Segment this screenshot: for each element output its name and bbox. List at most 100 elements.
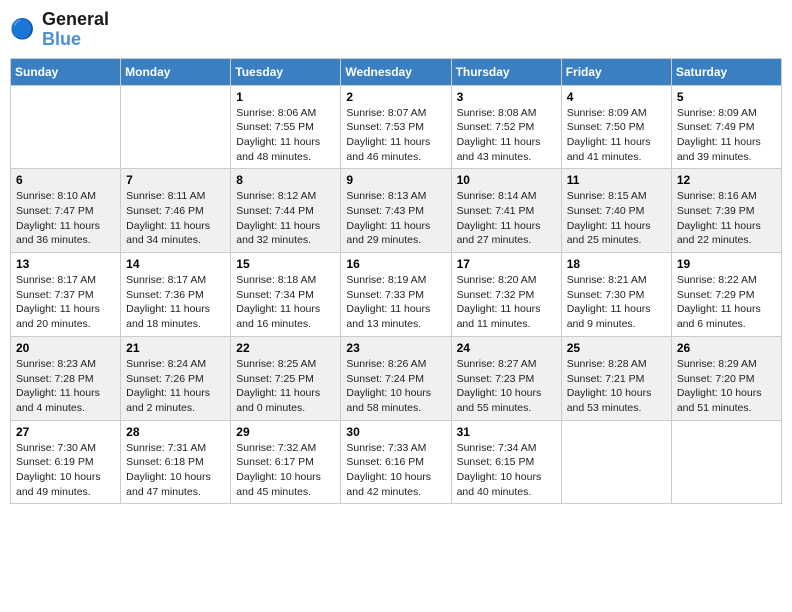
logo-text: General Blue: [42, 10, 109, 50]
day-info: Sunrise: 8:15 AMSunset: 7:40 PMDaylight:…: [567, 189, 666, 248]
day-number: 22: [236, 341, 335, 355]
calendar-cell: [11, 85, 121, 169]
week-row-3: 13 Sunrise: 8:17 AMSunset: 7:37 PMDayligh…: [11, 253, 782, 337]
day-info: Sunrise: 8:22 AMSunset: 7:29 PMDaylight:…: [677, 273, 776, 332]
day-info: Sunrise: 7:33 AMSunset: 6:16 PMDaylight:…: [346, 441, 445, 500]
calendar-table: SundayMondayTuesdayWednesdayThursdayFrid…: [10, 58, 782, 505]
day-number: 10: [457, 173, 556, 187]
day-number: 13: [16, 257, 115, 271]
day-info: Sunrise: 7:30 AMSunset: 6:19 PMDaylight:…: [16, 441, 115, 500]
col-header-monday: Monday: [121, 58, 231, 85]
day-number: 4: [567, 90, 666, 104]
calendar-cell: 29 Sunrise: 7:32 AMSunset: 6:17 PMDayligh…: [231, 420, 341, 504]
day-number: 2: [346, 90, 445, 104]
week-row-4: 20 Sunrise: 8:23 AMSunset: 7:28 PMDayligh…: [11, 336, 782, 420]
day-info: Sunrise: 8:11 AMSunset: 7:46 PMDaylight:…: [126, 189, 225, 248]
calendar-cell: 4Sunrise: 8:09 AMSunset: 7:50 PMDaylight…: [561, 85, 671, 169]
day-number: 5: [677, 90, 776, 104]
day-info: Sunrise: 8:18 AMSunset: 7:34 PMDaylight:…: [236, 273, 335, 332]
day-info: Sunrise: 8:27 AMSunset: 7:23 PMDaylight:…: [457, 357, 556, 416]
calendar-cell: 22 Sunrise: 8:25 AMSunset: 7:25 PMDayligh…: [231, 336, 341, 420]
day-info: Sunrise: 8:08 AMSunset: 7:52 PMDaylight:…: [457, 106, 556, 165]
calendar-cell: [121, 85, 231, 169]
week-row-2: 6Sunrise: 8:10 AMSunset: 7:47 PMDaylight…: [11, 169, 782, 253]
calendar-cell: 9 Sunrise: 8:13 AMSunset: 7:43 PMDaylight…: [341, 169, 451, 253]
calendar-cell: 12 Sunrise: 8:16 AMSunset: 7:39 PMDayligh…: [671, 169, 781, 253]
calendar-cell: 18 Sunrise: 8:21 AMSunset: 7:30 PMDayligh…: [561, 253, 671, 337]
day-info: Sunrise: 8:17 AMSunset: 7:37 PMDaylight:…: [16, 273, 115, 332]
page-header: 🔵 General Blue: [10, 10, 782, 50]
week-row-1: 1 Sunrise: 8:06 AMSunset: 7:55 PMDaylight…: [11, 85, 782, 169]
day-info: Sunrise: 8:29 AMSunset: 7:20 PMDaylight:…: [677, 357, 776, 416]
calendar-cell: 17Sunrise: 8:20 AMSunset: 7:32 PMDayligh…: [451, 253, 561, 337]
calendar-cell: 21 Sunrise: 8:24 AMSunset: 7:26 PMDayligh…: [121, 336, 231, 420]
week-row-5: 27 Sunrise: 7:30 AMSunset: 6:19 PMDayligh…: [11, 420, 782, 504]
calendar-cell: 6Sunrise: 8:10 AMSunset: 7:47 PMDaylight…: [11, 169, 121, 253]
day-number: 15: [236, 257, 335, 271]
day-info: Sunrise: 8:24 AMSunset: 7:26 PMDaylight:…: [126, 357, 225, 416]
day-info: Sunrise: 8:06 AMSunset: 7:55 PMDaylight:…: [236, 106, 335, 165]
day-number: 20: [16, 341, 115, 355]
calendar-cell: 26 Sunrise: 8:29 AMSunset: 7:20 PMDayligh…: [671, 336, 781, 420]
calendar-cell: 10 Sunrise: 8:14 AMSunset: 7:41 PMDayligh…: [451, 169, 561, 253]
day-info: Sunrise: 7:32 AMSunset: 6:17 PMDaylight:…: [236, 441, 335, 500]
calendar-cell: 2 Sunrise: 8:07 AMSunset: 7:53 PMDaylight…: [341, 85, 451, 169]
day-number: 12: [677, 173, 776, 187]
day-number: 23: [346, 341, 445, 355]
day-number: 29: [236, 425, 335, 439]
day-info: Sunrise: 8:21 AMSunset: 7:30 PMDaylight:…: [567, 273, 666, 332]
calendar-cell: 15 Sunrise: 8:18 AMSunset: 7:34 PMDayligh…: [231, 253, 341, 337]
day-number: 30: [346, 425, 445, 439]
day-number: 16: [346, 257, 445, 271]
day-number: 1: [236, 90, 335, 104]
day-number: 25: [567, 341, 666, 355]
day-number: 9: [346, 173, 445, 187]
day-number: 21: [126, 341, 225, 355]
day-number: 28: [126, 425, 225, 439]
day-number: 3: [457, 90, 556, 104]
day-number: 7: [126, 173, 225, 187]
day-info: Sunrise: 8:20 AMSunset: 7:32 PMDaylight:…: [457, 273, 556, 332]
calendar-header-row: SundayMondayTuesdayWednesdayThursdayFrid…: [11, 58, 782, 85]
day-number: 11: [567, 173, 666, 187]
day-number: 24: [457, 341, 556, 355]
day-number: 6: [16, 173, 115, 187]
day-info: Sunrise: 8:28 AMSunset: 7:21 PMDaylight:…: [567, 357, 666, 416]
day-info: Sunrise: 8:14 AMSunset: 7:41 PMDaylight:…: [457, 189, 556, 248]
col-header-friday: Friday: [561, 58, 671, 85]
col-header-sunday: Sunday: [11, 58, 121, 85]
calendar-cell: 27 Sunrise: 7:30 AMSunset: 6:19 PMDayligh…: [11, 420, 121, 504]
calendar-cell: [671, 420, 781, 504]
calendar-cell: 20 Sunrise: 8:23 AMSunset: 7:28 PMDayligh…: [11, 336, 121, 420]
day-info: Sunrise: 8:17 AMSunset: 7:36 PMDaylight:…: [126, 273, 225, 332]
day-number: 26: [677, 341, 776, 355]
logo: 🔵 General Blue: [10, 10, 109, 50]
calendar-cell: 11 Sunrise: 8:15 AMSunset: 7:40 PMDayligh…: [561, 169, 671, 253]
calendar-cell: 5 Sunrise: 8:09 AMSunset: 7:49 PMDaylight…: [671, 85, 781, 169]
day-info: Sunrise: 8:19 AMSunset: 7:33 PMDaylight:…: [346, 273, 445, 332]
calendar-cell: 14 Sunrise: 8:17 AMSunset: 7:36 PMDayligh…: [121, 253, 231, 337]
calendar-cell: 19Sunrise: 8:22 AMSunset: 7:29 PMDayligh…: [671, 253, 781, 337]
day-info: Sunrise: 8:07 AMSunset: 7:53 PMDaylight:…: [346, 106, 445, 165]
calendar-cell: 7 Sunrise: 8:11 AMSunset: 7:46 PMDaylight…: [121, 169, 231, 253]
day-info: Sunrise: 8:23 AMSunset: 7:28 PMDaylight:…: [16, 357, 115, 416]
day-info: Sunrise: 7:31 AMSunset: 6:18 PMDaylight:…: [126, 441, 225, 500]
day-number: 14: [126, 257, 225, 271]
day-info: Sunrise: 8:16 AMSunset: 7:39 PMDaylight:…: [677, 189, 776, 248]
day-info: Sunrise: 8:09 AMSunset: 7:49 PMDaylight:…: [677, 106, 776, 165]
day-info: Sunrise: 8:26 AMSunset: 7:24 PMDaylight:…: [346, 357, 445, 416]
day-number: 8: [236, 173, 335, 187]
day-number: 27: [16, 425, 115, 439]
day-info: Sunrise: 8:13 AMSunset: 7:43 PMDaylight:…: [346, 189, 445, 248]
calendar-cell: 23 Sunrise: 8:26 AMSunset: 7:24 PMDayligh…: [341, 336, 451, 420]
calendar-cell: 1 Sunrise: 8:06 AMSunset: 7:55 PMDaylight…: [231, 85, 341, 169]
calendar-cell: 28 Sunrise: 7:31 AMSunset: 6:18 PMDayligh…: [121, 420, 231, 504]
calendar-cell: [561, 420, 671, 504]
calendar-cell: 13 Sunrise: 8:17 AMSunset: 7:37 PMDayligh…: [11, 253, 121, 337]
calendar-cell: 3 Sunrise: 8:08 AMSunset: 7:52 PMDaylight…: [451, 85, 561, 169]
col-header-wednesday: Wednesday: [341, 58, 451, 85]
calendar-cell: 24 Sunrise: 8:27 AMSunset: 7:23 PMDayligh…: [451, 336, 561, 420]
day-info: Sunrise: 8:25 AMSunset: 7:25 PMDaylight:…: [236, 357, 335, 416]
day-info: Sunrise: 7:34 AMSunset: 6:15 PMDaylight:…: [457, 441, 556, 500]
day-number: 18: [567, 257, 666, 271]
